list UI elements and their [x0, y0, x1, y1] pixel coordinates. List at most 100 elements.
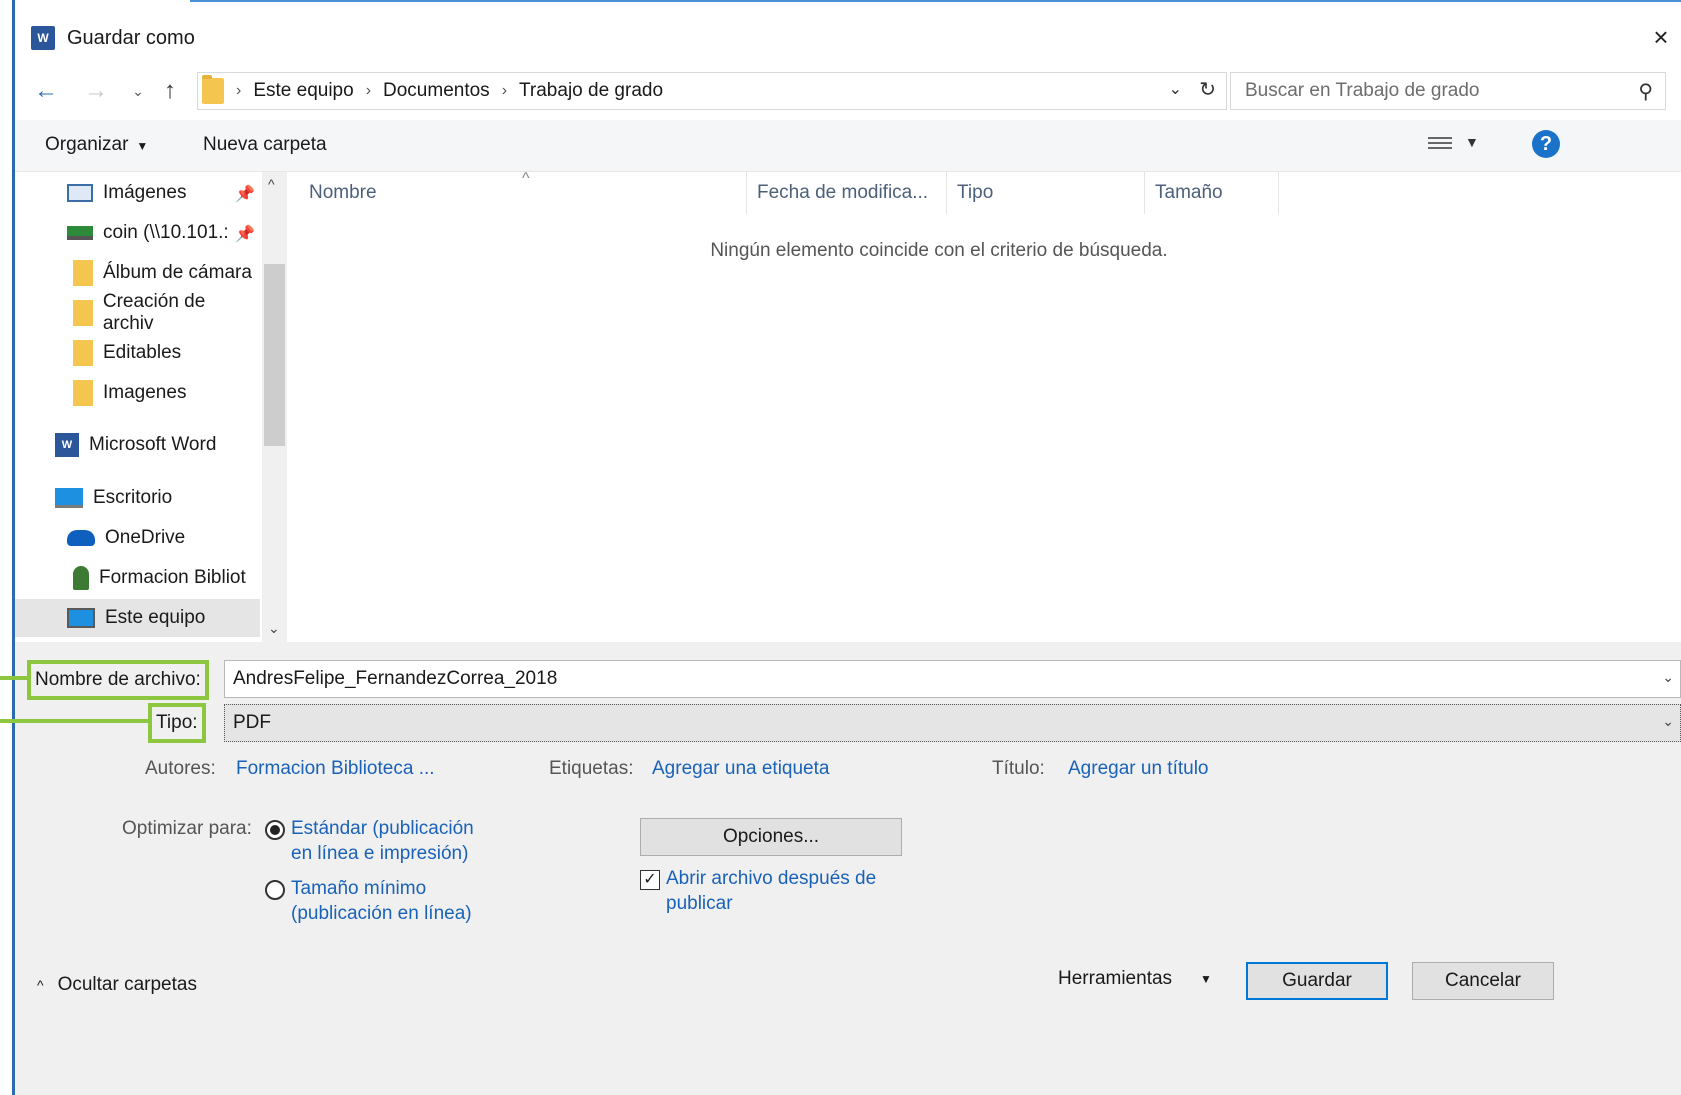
authors-link[interactable]: Formacion Biblioteca ...	[236, 758, 435, 780]
breadcrumb-separator-icon[interactable]: ›	[366, 82, 371, 100]
options-button[interactable]: Opciones...	[640, 818, 902, 856]
back-arrow-icon[interactable]: ←	[31, 76, 61, 106]
folder-icon	[73, 300, 93, 326]
onedrive-icon	[67, 530, 95, 546]
command-toolbar: Organizar ▼ Nueva carpeta ▼ ?	[15, 120, 1681, 172]
search-placeholder: Buscar en Trabajo de grado	[1245, 80, 1480, 101]
pictures-icon	[67, 184, 93, 202]
radio-standard-label[interactable]: Estándar (publicación en línea e impresi…	[291, 816, 501, 866]
save-as-dialog: W Guardar como × ← → ⌄ ↑ › Este equipo ›…	[0, 0, 1681, 1095]
sidebar-item-editables[interactable]: Editables	[15, 334, 260, 372]
radio-minimum-size-label[interactable]: Tamaño mínimo (publicación en línea)	[291, 876, 501, 926]
navpane-scrollbar[interactable]: ^ ⌄	[262, 172, 287, 642]
sidebar-item-este-equipo[interactable]: Este equipo	[15, 599, 260, 637]
new-folder-button[interactable]: Nueva carpeta	[203, 134, 327, 156]
filename-label: Nombre de archivo:	[27, 660, 209, 700]
forward-arrow-icon[interactable]: →	[81, 76, 111, 106]
refresh-icon[interactable]: ↻	[1199, 77, 1216, 102]
window-title: Guardar como	[67, 26, 195, 49]
pin-icon[interactable]: 📌	[235, 224, 255, 244]
this-pc-icon	[67, 608, 95, 628]
user-icon	[73, 566, 89, 590]
sidebar-item-label: Imágenes	[103, 182, 187, 203]
empty-state-message: Ningún elemento coincide con el criterio…	[710, 240, 1168, 261]
column-header-nombre[interactable]: Nombre ^	[287, 170, 747, 214]
add-tag-link[interactable]: Agregar una etiqueta	[652, 758, 829, 780]
column-label: Nombre	[309, 182, 377, 203]
address-bar[interactable]: › Este equipo › Documentos › Trabajo de …	[197, 72, 1227, 110]
scroll-up-icon[interactable]: ^	[268, 176, 275, 192]
sidebar-item-label: Editables	[103, 342, 182, 363]
open-after-line-1: Abrir archivo después de	[666, 868, 877, 889]
view-caret-down-icon[interactable]: ▼	[1465, 134, 1479, 150]
sidebar-item-album-de-camara[interactable]: Álbum de cámara	[15, 254, 260, 292]
sidebar-item-microsoft-word[interactable]: W Microsoft Word	[15, 426, 260, 464]
caret-down-icon: ▼	[136, 139, 149, 153]
sidebar-item-label: Microsoft Word	[89, 434, 217, 455]
radio-minimum-size[interactable]	[265, 880, 285, 900]
type-dropdown-chevron-icon[interactable]: ⌄	[1662, 713, 1674, 730]
sidebar-item-label: Escritorio	[93, 487, 173, 508]
sidebar-item-escritorio[interactable]: Escritorio	[15, 479, 260, 517]
recent-locations-chevron-icon[interactable]: ⌄	[123, 76, 153, 106]
help-icon[interactable]: ?	[1532, 130, 1560, 158]
breadcrumb-documentos[interactable]: Documentos	[383, 80, 490, 102]
chevron-up-icon: ^	[37, 977, 44, 993]
network-drive-icon	[67, 226, 93, 240]
breadcrumb-separator-icon: ›	[236, 82, 242, 99]
sidebar-item-label: Este equipo	[105, 607, 206, 628]
sidebar-item-imagenes-pinned[interactable]: Imágenes 📌	[15, 174, 260, 212]
folder-icon	[202, 75, 224, 104]
type-select[interactable]: PDF ⌄	[224, 704, 1681, 742]
up-arrow-icon[interactable]: ↑	[155, 76, 185, 106]
radio-standard[interactable]	[265, 820, 285, 840]
hide-folders-button[interactable]: ^ Ocultar carpetas	[37, 974, 197, 996]
sidebar-item-creacion-de-archivos[interactable]: Creación de archiv	[15, 291, 260, 334]
open-after-publish-label[interactable]: Abrir archivo después de publicar	[666, 866, 896, 916]
search-icon[interactable]: ⚲	[1638, 79, 1653, 104]
type-label: Tipo:	[148, 703, 206, 743]
cancel-button[interactable]: Cancelar	[1412, 962, 1554, 1000]
tools-dropdown-button[interactable]: Herramientas ▼	[1058, 968, 1212, 990]
close-icon[interactable]: ×	[1641, 22, 1681, 54]
radio-min-line-1: Tamaño mínimo	[291, 878, 427, 899]
sidebar-item-imagenes-folder[interactable]: Imagenes	[15, 374, 260, 412]
tags-label: Etiquetas:	[549, 758, 634, 779]
sidebar-item-label: Imagenes	[103, 382, 187, 403]
view-options-icon[interactable]	[1428, 134, 1452, 154]
sidebar-item-coin[interactable]: coin (\\10.101.: 📌	[15, 214, 260, 252]
sidebar-item-label: Álbum de cámara	[103, 262, 252, 283]
breadcrumb-separator-icon[interactable]: ›	[502, 82, 507, 100]
address-dropdown-chevron-icon[interactable]: ⌄	[1169, 79, 1182, 99]
scrollbar-thumb[interactable]	[264, 264, 285, 446]
file-list: Nombre ^ Fecha de modifica... Tipo Tamañ…	[287, 170, 1681, 642]
breadcrumb-trabajo-de-grado[interactable]: Trabajo de grado	[519, 80, 663, 102]
column-header-fecha[interactable]: Fecha de modifica...	[747, 172, 947, 214]
organize-button[interactable]: Organizar ▼	[45, 134, 148, 156]
organize-label: Organizar	[45, 134, 129, 155]
sidebar-item-formacion-biblioteca[interactable]: Formacion Bibliot	[15, 559, 260, 597]
folder-icon	[73, 340, 93, 366]
column-header-tipo[interactable]: Tipo	[947, 172, 1145, 214]
add-title-link[interactable]: Agregar un título	[1068, 758, 1208, 780]
sidebar-item-onedrive[interactable]: OneDrive	[15, 519, 260, 557]
sidebar-item-label: OneDrive	[105, 527, 186, 548]
open-after-publish-checkbox[interactable]: ✓	[640, 870, 660, 890]
search-input[interactable]: Buscar en Trabajo de grado ⚲	[1230, 72, 1666, 110]
radio-standard-line-2: en línea e impresión)	[291, 843, 469, 864]
pin-icon[interactable]: 📌	[235, 184, 255, 204]
save-button[interactable]: Guardar	[1246, 962, 1388, 1000]
filename-input[interactable]: AndresFelipe_FernandezCorrea_2018 ⌄	[224, 660, 1681, 698]
save-options-panel: Nombre de archivo: AndresFelipe_Fernande…	[0, 642, 1681, 1095]
folder-icon	[73, 380, 93, 406]
hide-folders-label: Ocultar carpetas	[57, 974, 197, 995]
scroll-down-icon[interactable]: ⌄	[268, 620, 280, 637]
filename-dropdown-chevron-icon[interactable]: ⌄	[1662, 669, 1674, 686]
radio-min-line-2: (publicación en línea)	[291, 903, 472, 924]
radio-standard-line-1: Estándar (publicación	[291, 818, 474, 839]
type-value: PDF	[233, 712, 271, 733]
column-header-tamano[interactable]: Tamaño	[1145, 172, 1279, 214]
breadcrumb-este-equipo[interactable]: Este equipo	[253, 80, 353, 102]
sidebar-item-label: Creación de archiv	[102, 291, 206, 334]
callout-line	[0, 719, 148, 723]
